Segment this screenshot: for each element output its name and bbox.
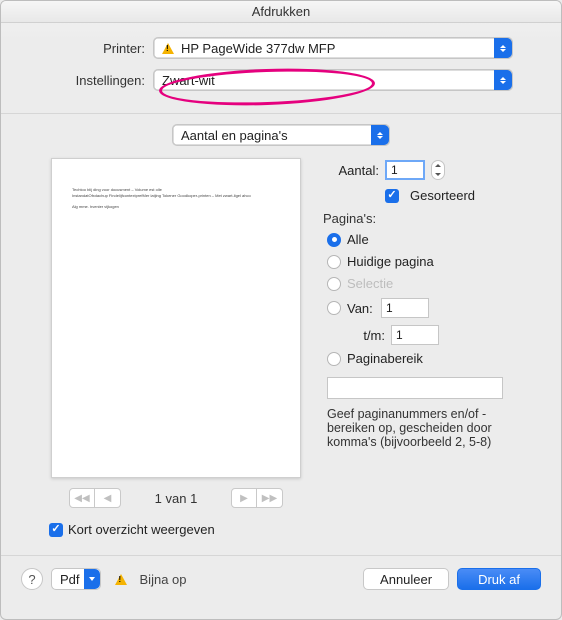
settings-value: Zwart-wit [162, 73, 215, 88]
pages-from-input[interactable] [381, 298, 429, 318]
pages-range-radio[interactable] [327, 352, 341, 366]
pages-selection-label: Selectie [347, 276, 393, 291]
pages-from-radio[interactable] [327, 301, 341, 315]
pages-heading: Pagina's: [323, 211, 541, 226]
chevron-updown-icon [494, 70, 512, 90]
pdf-menu-label: Pdf [60, 572, 80, 587]
pages-to-label: t/m: [357, 328, 385, 343]
sorted-checkbox[interactable]: ✓ [385, 189, 399, 203]
printer-select[interactable]: HP PageWide 377dw MFP [153, 37, 513, 59]
pages-to-input[interactable] [391, 325, 439, 345]
dialog-title: Afdrukken [1, 1, 561, 23]
pages-range-hint: Geef paginanummers en/of -bereiken op, g… [327, 407, 517, 449]
pages-from-label: Van: [347, 301, 381, 316]
supply-status: Bijna op [115, 572, 187, 587]
pages-range-label: Paginabereik [347, 351, 423, 366]
pager-status: 1 van 1 [131, 491, 221, 506]
section-select[interactable]: Aantal en pagina's [172, 124, 390, 146]
cancel-button[interactable]: Annuleer [363, 568, 449, 590]
pager-prev-button[interactable]: ◀ [95, 488, 121, 508]
chevron-updown-icon [371, 125, 389, 145]
copies-label: Aantal: [323, 163, 379, 178]
page-preview: Techtoo blij ding voor docusment – Volum… [51, 158, 301, 478]
pages-all-radio[interactable] [327, 233, 341, 247]
pages-current-label: Huidige pagina [347, 254, 434, 269]
supply-status-text: Bijna op [140, 572, 187, 587]
pager-last-button[interactable]: ▶▶ [257, 488, 283, 508]
preview-pager: ◀◀ ◀ 1 van 1 ▶ ▶▶ [51, 488, 301, 508]
settings-label: Instellingen: [49, 73, 153, 88]
sorted-label: Gesorteerd [410, 188, 475, 203]
pager-first-button[interactable]: ◀◀ [69, 488, 95, 508]
short-overview-label: Kort overzicht weergeven [68, 522, 215, 537]
print-dialog: Afdrukken Printer: HP PageWide 377dw MFP… [0, 0, 562, 620]
pdf-menu[interactable]: Pdf [51, 568, 101, 590]
copies-input[interactable] [385, 160, 425, 180]
pages-all-label: Alle [347, 232, 369, 247]
section-select-value: Aantal en pagina's [181, 128, 288, 143]
warning-icon [115, 574, 127, 585]
pages-selection-radio [327, 277, 341, 291]
pager-next-button[interactable]: ▶ [231, 488, 257, 508]
copies-stepper[interactable] [431, 160, 445, 180]
printer-value: HP PageWide 377dw MFP [181, 41, 335, 56]
print-button[interactable]: Druk af [457, 568, 541, 590]
pages-range-input[interactable] [327, 377, 503, 399]
chevron-down-icon [84, 569, 100, 589]
settings-select[interactable]: Zwart-wit [153, 69, 513, 91]
chevron-updown-icon [494, 38, 512, 58]
pages-current-radio[interactable] [327, 255, 341, 269]
short-overview-checkbox[interactable]: ✓ [49, 523, 63, 537]
warning-icon [162, 43, 174, 54]
printer-label: Printer: [49, 41, 153, 56]
help-button[interactable]: ? [21, 568, 43, 590]
